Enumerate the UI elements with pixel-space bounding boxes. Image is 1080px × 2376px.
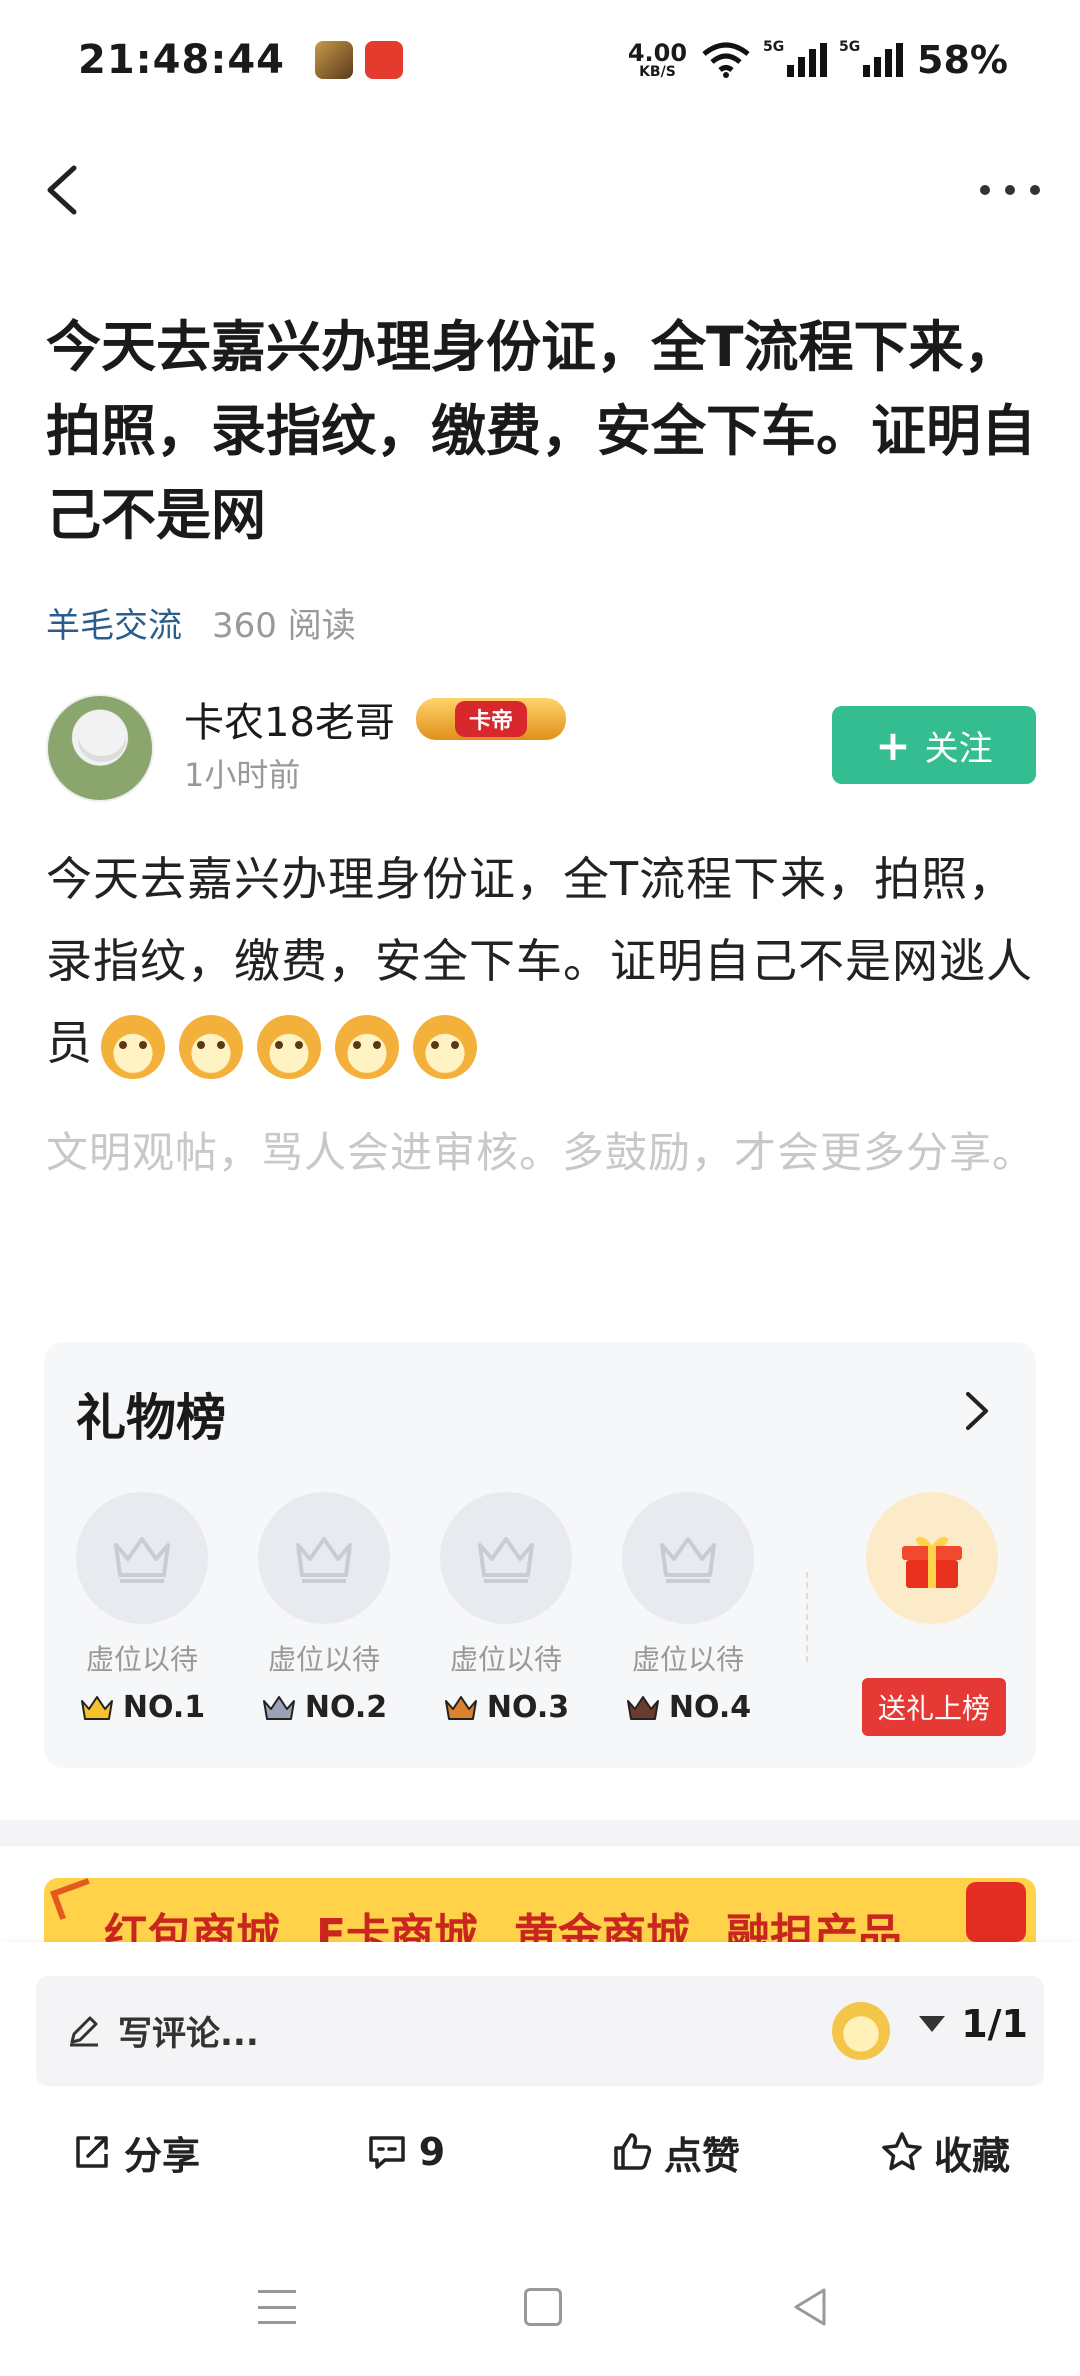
doge-emoji-icon (179, 1014, 243, 1079)
status-time: 21:48:44 (78, 37, 285, 83)
banner-item: E卡商城 (316, 1910, 479, 1943)
post-meta: 羊毛交流 360 阅读 (46, 598, 356, 647)
comments-button[interactable]: 9 (270, 2112, 540, 2192)
bronze-crown-icon (444, 1695, 477, 1720)
top-nav (0, 150, 1080, 230)
brown-crown-icon (626, 1695, 659, 1720)
more-options-icon[interactable] (980, 172, 1040, 208)
silver-crown-icon (262, 1695, 295, 1720)
slot-rank: NO.4 (620, 1690, 756, 1725)
signal-icon: 5G (839, 39, 904, 77)
slot-text: 虚位以待 (631, 1643, 744, 1676)
post-title: 今天去嘉兴办理身份证，全T流程下来，拍照，录指纹，缴费，安全下车。证明自己不是网 (46, 315, 1037, 547)
author-badge-label: 卡帝 (454, 701, 527, 737)
gift-slot-3[interactable]: 虚位以待 NO.3 (438, 1492, 574, 1725)
empty-crown-icon (622, 1492, 754, 1624)
author-badge: 卡帝 (416, 698, 566, 740)
wifi-icon (702, 42, 750, 78)
doge-emoji-icon (257, 1014, 321, 1079)
emoji-row (101, 1014, 477, 1079)
home-icon[interactable] (524, 2288, 562, 2326)
red-packet-icon (966, 1882, 1026, 1942)
battery-level: 58% (917, 38, 1008, 82)
share-button[interactable]: 分享 (0, 2112, 270, 2192)
author-name[interactable]: 卡农18老哥 (184, 690, 395, 748)
gift-slot-4[interactable]: 虚位以待 NO.4 (620, 1492, 756, 1725)
slot-rank: NO.2 (256, 1690, 392, 1725)
network-speed: 4.00 KB/S (627, 39, 688, 80)
game-app-icon (314, 41, 353, 79)
slot-text: 虚位以待 (85, 1643, 198, 1676)
doge-emoji-icon (335, 1014, 399, 1079)
favorite-button[interactable]: 收藏 (810, 2112, 1080, 2192)
star-icon (882, 2132, 922, 2171)
gold-crown-icon (80, 1695, 113, 1720)
slot-rank: NO.1 (74, 1690, 210, 1725)
gift-slot-2[interactable]: 虚位以待 NO.2 (256, 1492, 392, 1725)
back-triangle-icon[interactable] (790, 2286, 830, 2328)
caret-down-icon (919, 2016, 946, 2032)
banner-item: 黄金商城 (514, 1910, 691, 1943)
slot-text: 虚位以待 (449, 1643, 562, 1676)
chevron-right-icon[interactable] (956, 1388, 996, 1434)
emoji-picker-icon[interactable] (832, 2002, 890, 2060)
doge-emoji-icon (101, 1014, 165, 1079)
plus-icon: + (875, 720, 911, 770)
like-button[interactable]: 点赞 (540, 2112, 810, 2192)
pencil-icon (70, 2016, 98, 2047)
action-bar: 分享 9 点赞 收藏 (0, 2112, 1080, 2192)
empty-crown-icon (258, 1492, 390, 1624)
promo-banner[interactable]: 红包商城 E卡商城 黄金商城 融担产品 (44, 1878, 1036, 1942)
slot-text: 虚位以待 (267, 1643, 380, 1676)
broker-app-icon (364, 41, 403, 79)
comment-placeholder: 写评论... (118, 2014, 259, 2054)
civility-hint: 文明观帖，骂人会进审核。多鼓励，才会更多分享。 (46, 1128, 1036, 1177)
notification-icons (314, 41, 403, 79)
banner-item: 红包商城 (104, 1910, 280, 1943)
avatar[interactable] (46, 694, 154, 802)
gift-board: 礼物榜 虚位以待 NO.1 虚位以待 NO.2 虚位以待 NO.3 虚位以待 N… (44, 1342, 1036, 1768)
empty-crown-icon (76, 1492, 208, 1624)
send-gift-button[interactable]: 送礼上榜 (862, 1678, 1006, 1736)
section-separator (0, 1820, 1080, 1846)
post-time: 1小时前 (184, 756, 301, 794)
divider (806, 1572, 808, 1662)
category-link[interactable]: 羊毛交流 (46, 598, 182, 647)
page-indicator[interactable]: 1/1 (919, 2002, 1028, 2046)
confetti-icon (50, 1878, 98, 1920)
status-indicators: 4.00 KB/S 5G 5G 58% (628, 38, 1008, 82)
signal-icon: 5G (763, 39, 828, 77)
post-body: 今天去嘉兴办理身份证，全T流程下来，拍照，录指纹，缴费，安全下车。证明自己不是网… (46, 838, 1036, 1084)
read-count: 360 阅读 (212, 606, 356, 646)
comment-input[interactable]: 写评论... 1/1 (36, 1976, 1044, 2086)
empty-crown-icon (440, 1492, 572, 1624)
author-row: 卡农18老哥 卡帝 1小时前 + 关注 (46, 690, 1036, 810)
banner-item: 融担产品 (726, 1910, 903, 1943)
comment-icon (369, 2136, 405, 2169)
recent-apps-icon[interactable] (258, 2290, 296, 2324)
gift-board-title: 礼物榜 (76, 1389, 226, 1447)
system-nav-bar (0, 2270, 1080, 2350)
gift-box-icon[interactable] (866, 1492, 998, 1624)
thumbs-up-icon (614, 2133, 652, 2170)
follow-label: 关注 (924, 728, 993, 769)
doge-emoji-icon (413, 1014, 477, 1079)
status-bar: 21:48:44 4.00 KB/S 5G 5G 58% (0, 0, 1080, 120)
gift-slot-1[interactable]: 虚位以待 NO.1 (74, 1492, 210, 1725)
follow-button[interactable]: + 关注 (832, 706, 1036, 784)
share-icon (76, 2136, 108, 2168)
slot-rank: NO.3 (438, 1690, 574, 1725)
back-arrow-icon[interactable] (36, 160, 96, 220)
